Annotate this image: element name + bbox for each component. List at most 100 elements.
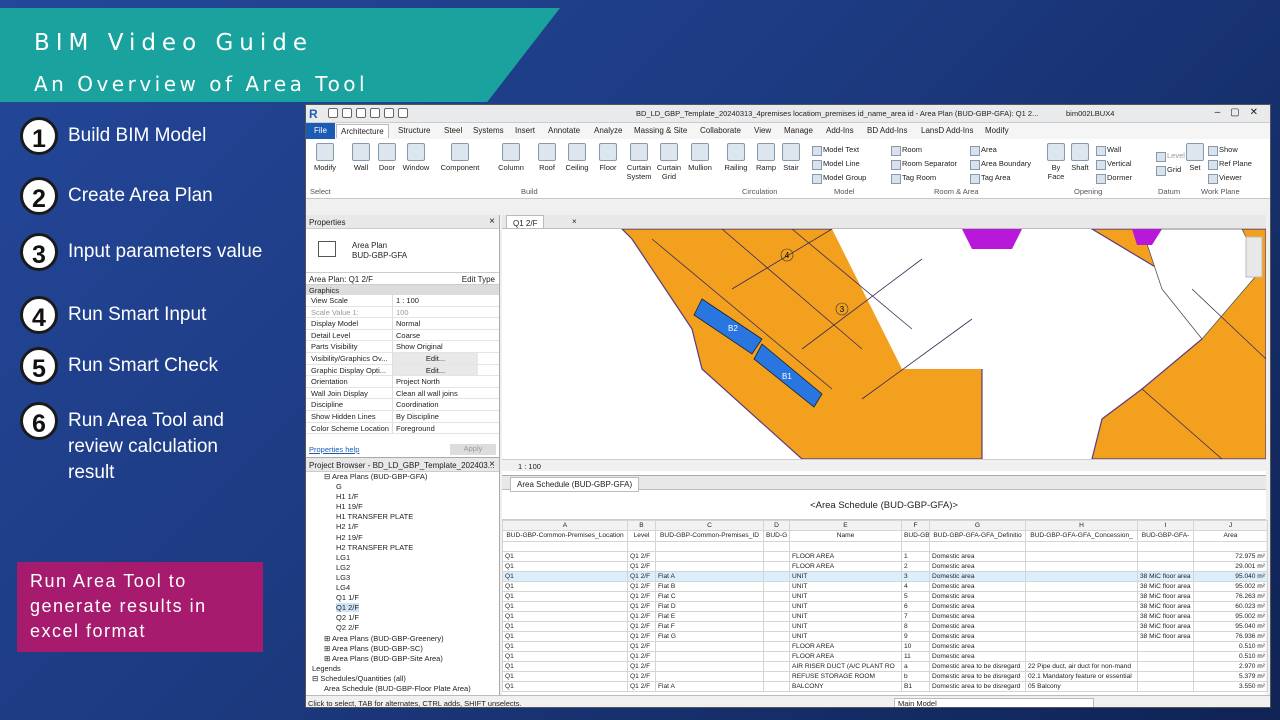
table-cell[interactable]: Area bbox=[1193, 530, 1268, 542]
table-cell[interactable]: 3 bbox=[901, 571, 930, 582]
browser-item[interactable]: H2 1/F bbox=[306, 522, 492, 532]
area-button[interactable]: Area bbox=[970, 145, 997, 156]
property-row[interactable]: Discipline Coordination bbox=[306, 399, 499, 411]
table-cell[interactable] bbox=[1137, 651, 1194, 662]
table-cell[interactable] bbox=[763, 631, 790, 642]
viewer-button[interactable]: Viewer bbox=[1208, 173, 1242, 184]
table-cell[interactable] bbox=[1025, 621, 1138, 632]
table-cell[interactable]: Q1 bbox=[502, 581, 628, 592]
table-cell[interactable] bbox=[763, 561, 790, 572]
redo-icon[interactable] bbox=[384, 108, 394, 118]
roof-button[interactable]: Roof bbox=[536, 143, 558, 172]
model-selector[interactable]: Main Model bbox=[894, 698, 1094, 707]
table-cell[interactable] bbox=[1025, 631, 1138, 642]
table-cell[interactable]: 8 bbox=[901, 621, 930, 632]
browser-item[interactable]: G bbox=[306, 482, 492, 492]
browser-item[interactable]: H2 TRANSFER PLATE bbox=[306, 543, 492, 553]
table-cell[interactable]: BUD-GBP-GFA-GFA_Definitio bbox=[929, 530, 1026, 542]
table-cell[interactable]: Q1 2/F bbox=[627, 551, 656, 562]
table-cell[interactable]: Flat D bbox=[655, 601, 764, 612]
tab-annotate[interactable]: Annotate bbox=[548, 126, 580, 135]
property-value[interactable]: Coarse bbox=[392, 329, 478, 341]
edit-type-button[interactable]: Edit Type bbox=[462, 275, 495, 284]
table-cell[interactable]: BUD-GB bbox=[901, 530, 930, 542]
browser-item[interactable]: Legends bbox=[306, 664, 492, 674]
table-cell[interactable] bbox=[763, 591, 790, 602]
table-cell[interactable]: 29.001 m² bbox=[1193, 561, 1268, 572]
tab-structure[interactable]: Structure bbox=[398, 126, 430, 135]
table-cell[interactable]: Domestic area bbox=[929, 591, 1026, 602]
close-icon[interactable]: × bbox=[489, 459, 495, 470]
expand-icon[interactable]: ⊞ bbox=[324, 644, 332, 653]
table-row[interactable]: Q1 Q1 2/F FLOOR AREA 10 Domestic area 0.510 m… bbox=[502, 641, 1268, 652]
by-face-button[interactable]: By Face bbox=[1044, 143, 1068, 181]
table-cell[interactable] bbox=[763, 581, 790, 592]
browser-item[interactable]: H1 1/F bbox=[306, 492, 492, 502]
tab-architecture[interactable]: Architecture bbox=[336, 124, 389, 138]
print-icon[interactable] bbox=[398, 108, 408, 118]
table-cell[interactable]: 5 bbox=[901, 591, 930, 602]
table-row[interactable]: Q1 Q1 2/F Flat D UNIT 6 Domestic area 38 MiC f… bbox=[502, 601, 1268, 612]
table-cell[interactable]: Flat C bbox=[655, 591, 764, 602]
table-cell[interactable]: B bbox=[627, 520, 656, 531]
table-cell[interactable] bbox=[763, 541, 790, 552]
table-cell[interactable]: Domestic area to be disregard bbox=[929, 671, 1026, 682]
table-cell[interactable]: UNIT bbox=[789, 571, 902, 582]
table-cell[interactable] bbox=[1025, 541, 1138, 552]
table-cell[interactable] bbox=[655, 551, 764, 562]
table-cell[interactable]: Q1 2/F bbox=[627, 621, 656, 632]
table-cell[interactable]: UNIT bbox=[789, 631, 902, 642]
property-row[interactable]: Detail Level Coarse bbox=[306, 329, 499, 342]
model-text-button[interactable]: Model Text bbox=[812, 145, 859, 156]
table-cell[interactable] bbox=[763, 571, 790, 582]
table-cell[interactable]: a bbox=[901, 661, 930, 672]
room-button[interactable]: Room bbox=[891, 145, 922, 156]
table-cell[interactable]: Q1 bbox=[502, 561, 628, 572]
table-cell[interactable]: 95.002 m² bbox=[1193, 581, 1268, 592]
tab-file[interactable]: File bbox=[306, 123, 335, 139]
curtain-system-button[interactable]: Curtain System bbox=[624, 143, 654, 181]
tab-massing-site[interactable]: Massing & Site bbox=[634, 126, 687, 135]
table-cell[interactable]: BUD-GBP-GFA-GFA_Concession_ bbox=[1025, 530, 1138, 542]
browser-item[interactable]: LG1 bbox=[306, 553, 492, 563]
browser-item[interactable]: Q2 2/F bbox=[306, 623, 492, 633]
table-cell[interactable] bbox=[1137, 561, 1194, 572]
table-cell[interactable] bbox=[1025, 561, 1138, 572]
table-cell[interactable]: Q1 bbox=[502, 551, 628, 562]
table-cell[interactable]: 72.975 m² bbox=[1193, 551, 1268, 562]
ref-plane-button[interactable]: Ref Plane bbox=[1208, 159, 1252, 170]
table-cell[interactable]: b bbox=[901, 671, 930, 682]
revit-logo[interactable]: R bbox=[309, 107, 318, 121]
table-cell[interactable]: Q1 bbox=[502, 591, 628, 602]
table-cell[interactable] bbox=[655, 661, 764, 672]
browser-item[interactable]: LG4 bbox=[306, 583, 492, 593]
table-cell[interactable] bbox=[763, 621, 790, 632]
table-cell[interactable]: UNIT bbox=[789, 611, 902, 622]
table-row[interactable]: Q1 Q1 2/F Flat B UNIT 4 Domestic area 38 MiC f… bbox=[502, 581, 1268, 592]
table-cell[interactable]: 11 bbox=[901, 651, 930, 662]
table-row[interactable] bbox=[502, 541, 1268, 552]
table-row[interactable]: Q1 Q1 2/F Flat G UNIT 9 Domestic area 38 MiC f… bbox=[502, 631, 1268, 642]
tab-lansd-add-ins[interactable]: LansD Add-Ins bbox=[921, 126, 973, 135]
table-cell[interactable]: Flat F bbox=[655, 621, 764, 632]
property-row[interactable]: Color Scheme Location Foreground bbox=[306, 422, 499, 435]
table-cell[interactable] bbox=[1025, 591, 1138, 602]
dormer-button[interactable]: Dormer bbox=[1096, 173, 1132, 184]
table-cell[interactable]: C bbox=[655, 520, 764, 531]
table-cell[interactable] bbox=[1025, 651, 1138, 662]
table-cell[interactable] bbox=[1025, 581, 1138, 592]
table-cell[interactable]: 7 bbox=[901, 611, 930, 622]
property-row[interactable]: View Scale 1 : 100 bbox=[306, 295, 499, 307]
table-cell[interactable]: Q1 2/F bbox=[627, 601, 656, 612]
property-value[interactable]: Show Original bbox=[392, 341, 478, 352]
vertical-opening-button[interactable]: Vertical bbox=[1096, 159, 1132, 170]
table-cell[interactable]: Q1 bbox=[502, 671, 628, 682]
table-cell[interactable]: Domestic area to be disregard bbox=[929, 661, 1026, 672]
table-cell[interactable]: Q1 2/F bbox=[627, 671, 656, 682]
table-cell[interactable]: 10 bbox=[901, 641, 930, 652]
table-cell[interactable] bbox=[763, 661, 790, 672]
table-cell[interactable]: 95.040 m² bbox=[1193, 621, 1268, 632]
table-cell[interactable]: Q1 bbox=[502, 651, 628, 662]
wall-button[interactable]: Wall bbox=[348, 143, 374, 172]
table-cell[interactable]: Q1 2/F bbox=[627, 651, 656, 662]
